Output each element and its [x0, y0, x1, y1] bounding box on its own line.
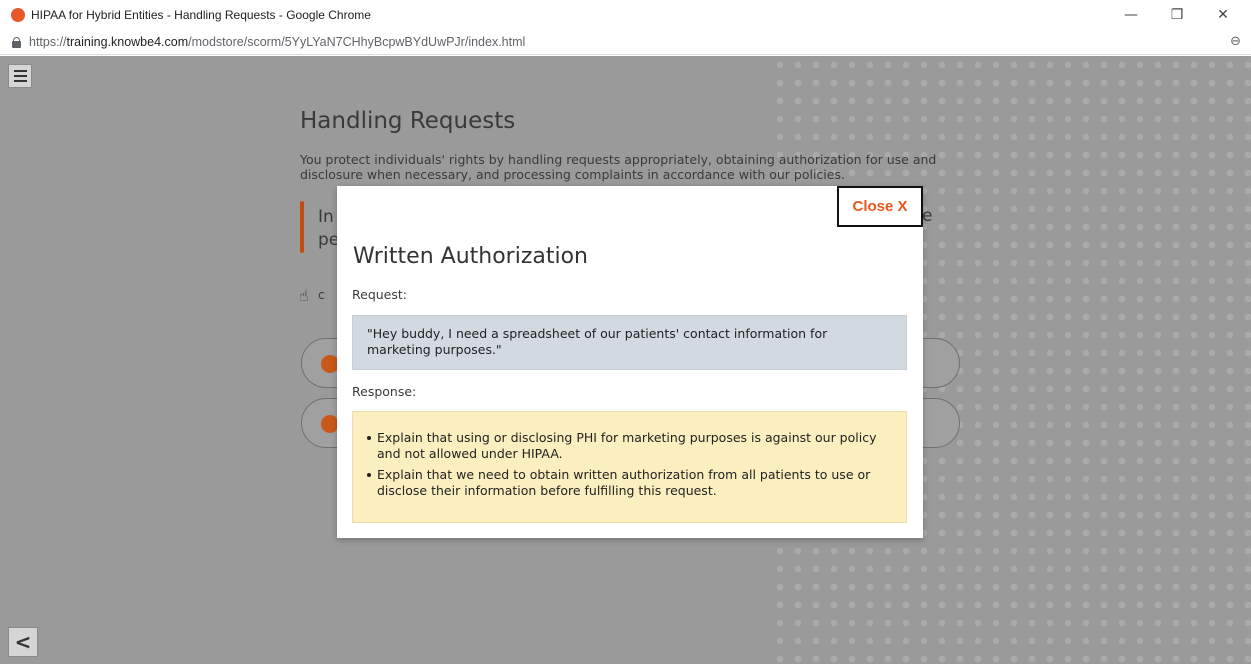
request-label: Request:	[352, 287, 407, 302]
back-button[interactable]: <	[8, 627, 38, 657]
request-box: "Hey buddy, I need a spreadsheet of our …	[352, 315, 907, 370]
modal-title: Written Authorization	[353, 244, 588, 269]
instruction-text: c	[318, 288, 325, 302]
callout-accent-bar	[300, 201, 304, 253]
response-item: Explain that we need to obtain written a…	[367, 467, 890, 499]
response-list: Explain that using or disclosing PHI for…	[367, 430, 890, 499]
chevron-left-icon: <	[14, 630, 32, 654]
zoom-icon[interactable]: ⊖	[1230, 34, 1241, 49]
response-item: Explain that using or disclosing PHI for…	[367, 430, 890, 462]
callout-tail-text: e	[922, 206, 933, 226]
close-modal-button[interactable]: Close X	[837, 186, 923, 227]
page-intro-text: You protect individuals' rights by handl…	[300, 152, 937, 182]
url-protocol: https://	[29, 35, 67, 49]
knowbe4-favicon-icon	[11, 8, 25, 22]
url-host: training.knowbe4.com	[66, 35, 189, 49]
window-title: HIPAA for Hybrid Entities - Handling Req…	[31, 8, 371, 22]
pointing-hand-icon: ☝	[299, 286, 309, 305]
page-heading: Handling Requests	[300, 108, 516, 134]
restore-button[interactable]: ❐	[1154, 0, 1200, 30]
response-label: Response:	[352, 384, 417, 399]
url-text[interactable]: https://training.knowbe4.com/modstore/sc…	[29, 35, 525, 49]
close-window-button[interactable]: ✕	[1200, 0, 1246, 30]
hamburger-icon	[13, 70, 27, 72]
written-authorization-modal: Close X Written Authorization Request: "…	[337, 186, 923, 538]
url-path: /modstore/scorm/5YyLYaN7CHhyBcpwBYdUwPJr…	[188, 35, 526, 49]
minimize-button[interactable]: —	[1108, 0, 1154, 30]
address-bar[interactable]: https://training.knowbe4.com/modstore/sc…	[0, 30, 1251, 55]
response-box: Explain that using or disclosing PHI for…	[352, 411, 907, 523]
window-titlebar: HIPAA for Hybrid Entities - Handling Req…	[0, 0, 1251, 30]
hamburger-menu-button[interactable]	[8, 64, 32, 88]
lock-icon	[12, 36, 21, 48]
